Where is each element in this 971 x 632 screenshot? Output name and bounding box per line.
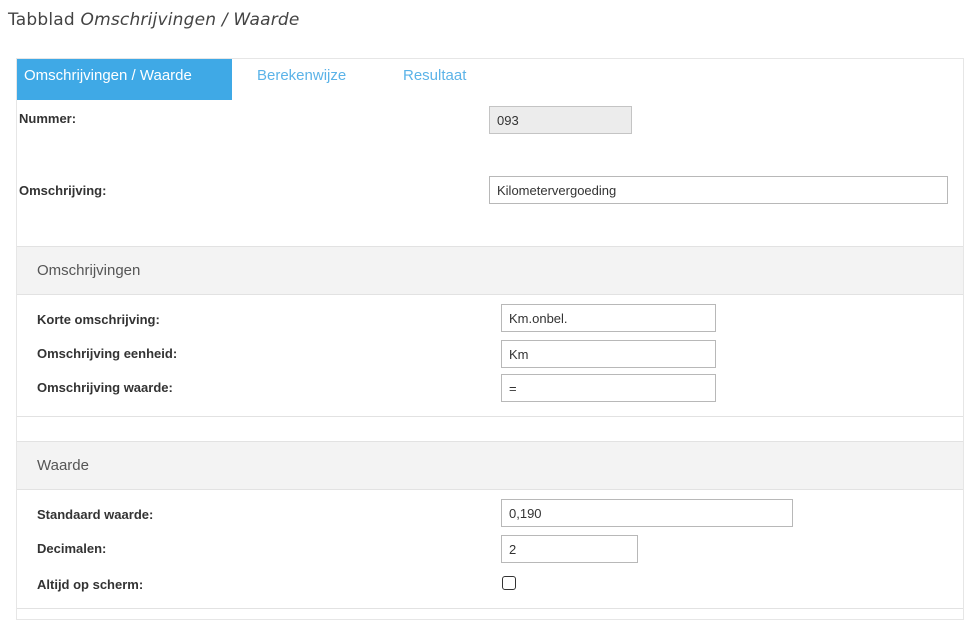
standaard-waarde-label: Standaard waarde: [37,507,154,522]
tab-berekenwijze[interactable]: Berekenwijze [257,59,346,100]
omschrijving-waarde-label: Omschrijving waarde: [37,380,173,395]
section-divider [17,416,963,417]
decimalen-label: Decimalen: [37,541,107,556]
altijd-op-scherm-checkbox[interactable] [502,576,516,590]
caption-prefix: Tabblad [8,10,81,30]
omschrijving-eenheid-field[interactable] [501,340,716,368]
standaard-waarde-field[interactable] [501,499,793,527]
tab-resultaat[interactable]: Resultaat [403,59,466,100]
section-divider-bottom [17,608,963,609]
omschrijving-eenheid-label: Omschrijving eenheid: [37,346,178,361]
nummer-field[interactable] [489,106,632,134]
omschrijving-label: Omschrijving: [19,183,107,198]
korte-omschrijving-label: Korte omschrijving: [37,312,160,327]
caption: Tabblad Omschrijvingen / Waarde [8,10,300,30]
caption-italic: Omschrijvingen / Waarde [80,10,300,30]
omschrijving-waarde-field[interactable] [501,374,716,402]
section-omschrijvingen-header: Omschrijvingen [17,246,963,295]
altijd-op-scherm-label: Altijd op scherm: [37,577,144,592]
nummer-label: Nummer: [19,111,77,126]
section-waarde-header: Waarde [17,441,963,490]
tab-omschrijvingen-waarde[interactable]: Omschrijvingen / Waarde [17,59,232,100]
korte-omschrijving-field[interactable] [501,304,716,332]
omschrijving-field[interactable] [489,176,948,204]
form-panel [16,58,964,620]
decimalen-field[interactable] [501,535,638,563]
